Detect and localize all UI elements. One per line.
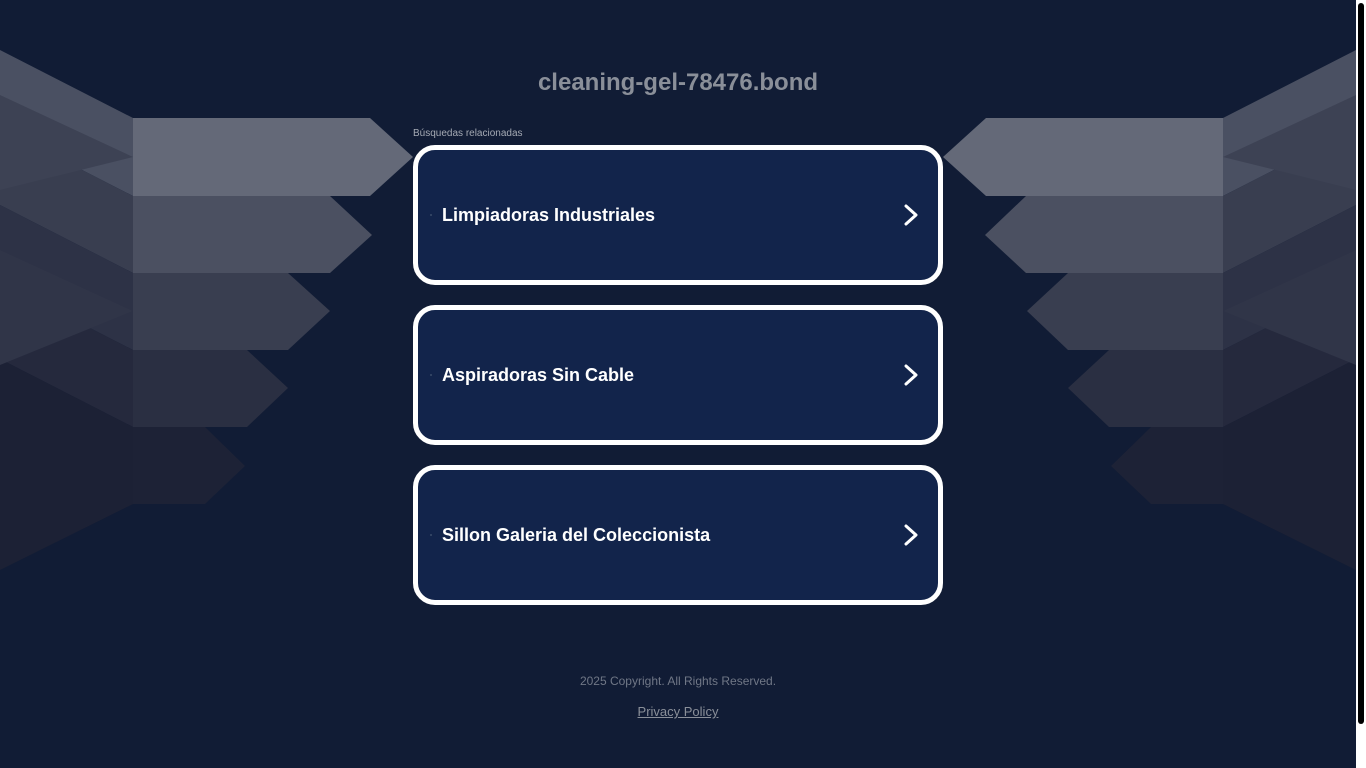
left-bg-shape xyxy=(0,359,133,570)
related-search-label: Sillon Galeria del Coleccionista xyxy=(442,525,711,545)
chevron-right-icon xyxy=(904,204,918,226)
right-bg-shape xyxy=(985,196,1223,273)
link-bullet xyxy=(430,534,432,536)
left-bg-shape xyxy=(0,128,133,273)
left-bg-shape xyxy=(133,196,372,273)
right-bg-shape xyxy=(1223,250,1356,365)
right-bg-shape xyxy=(1111,427,1223,504)
left-bg-shape xyxy=(133,118,413,196)
scrollbar-thumb[interactable] xyxy=(1358,3,1364,724)
privacy-policy-link[interactable]: Privacy Policy xyxy=(0,704,1356,720)
site-title: cleaning-gel-78476.bond xyxy=(537,69,819,96)
right-bg-shape xyxy=(1223,128,1356,273)
left-bg-shape xyxy=(0,282,133,427)
right-bg-shape xyxy=(1223,205,1356,350)
left-bg-shape xyxy=(133,350,288,427)
right-bg-shape xyxy=(1027,273,1223,350)
copyright-text: 2025 Copyright. All Rights Reserved. xyxy=(579,674,777,688)
left-bg-shape xyxy=(0,250,133,365)
related-search-label: Aspiradoras Sin Cable xyxy=(442,365,635,385)
left-bg-shape xyxy=(0,95,133,190)
left-bg-shape xyxy=(133,273,330,350)
right-bg-shape xyxy=(1223,359,1356,570)
parked-domain-page: cleaning-gel-78476.bond Búsquedas relaci… xyxy=(0,0,1356,768)
related-search-link[interactable]: Aspiradoras Sin Cable xyxy=(413,305,943,445)
related-search-link[interactable]: Limpiadoras Industriales xyxy=(413,145,943,285)
chevron-right-icon xyxy=(904,524,918,546)
right-bg-shape xyxy=(1223,95,1356,190)
left-bg-shape xyxy=(0,205,133,350)
right-bg-shape xyxy=(1068,350,1223,427)
related-searches-label: Búsquedas relacionadas xyxy=(413,128,523,139)
right-bg-shape xyxy=(943,118,1223,196)
link-bullet xyxy=(430,214,432,216)
related-search-label: Limpiadoras Industriales xyxy=(442,205,656,225)
chevron-right-icon xyxy=(904,364,918,386)
right-bg-shape xyxy=(1223,282,1356,427)
left-bg-shape xyxy=(133,427,245,504)
vertical-scrollbar[interactable] xyxy=(1356,0,1366,768)
related-search-link[interactable]: Sillon Galeria del Coleccionista xyxy=(413,465,943,605)
link-bullet xyxy=(430,374,432,376)
